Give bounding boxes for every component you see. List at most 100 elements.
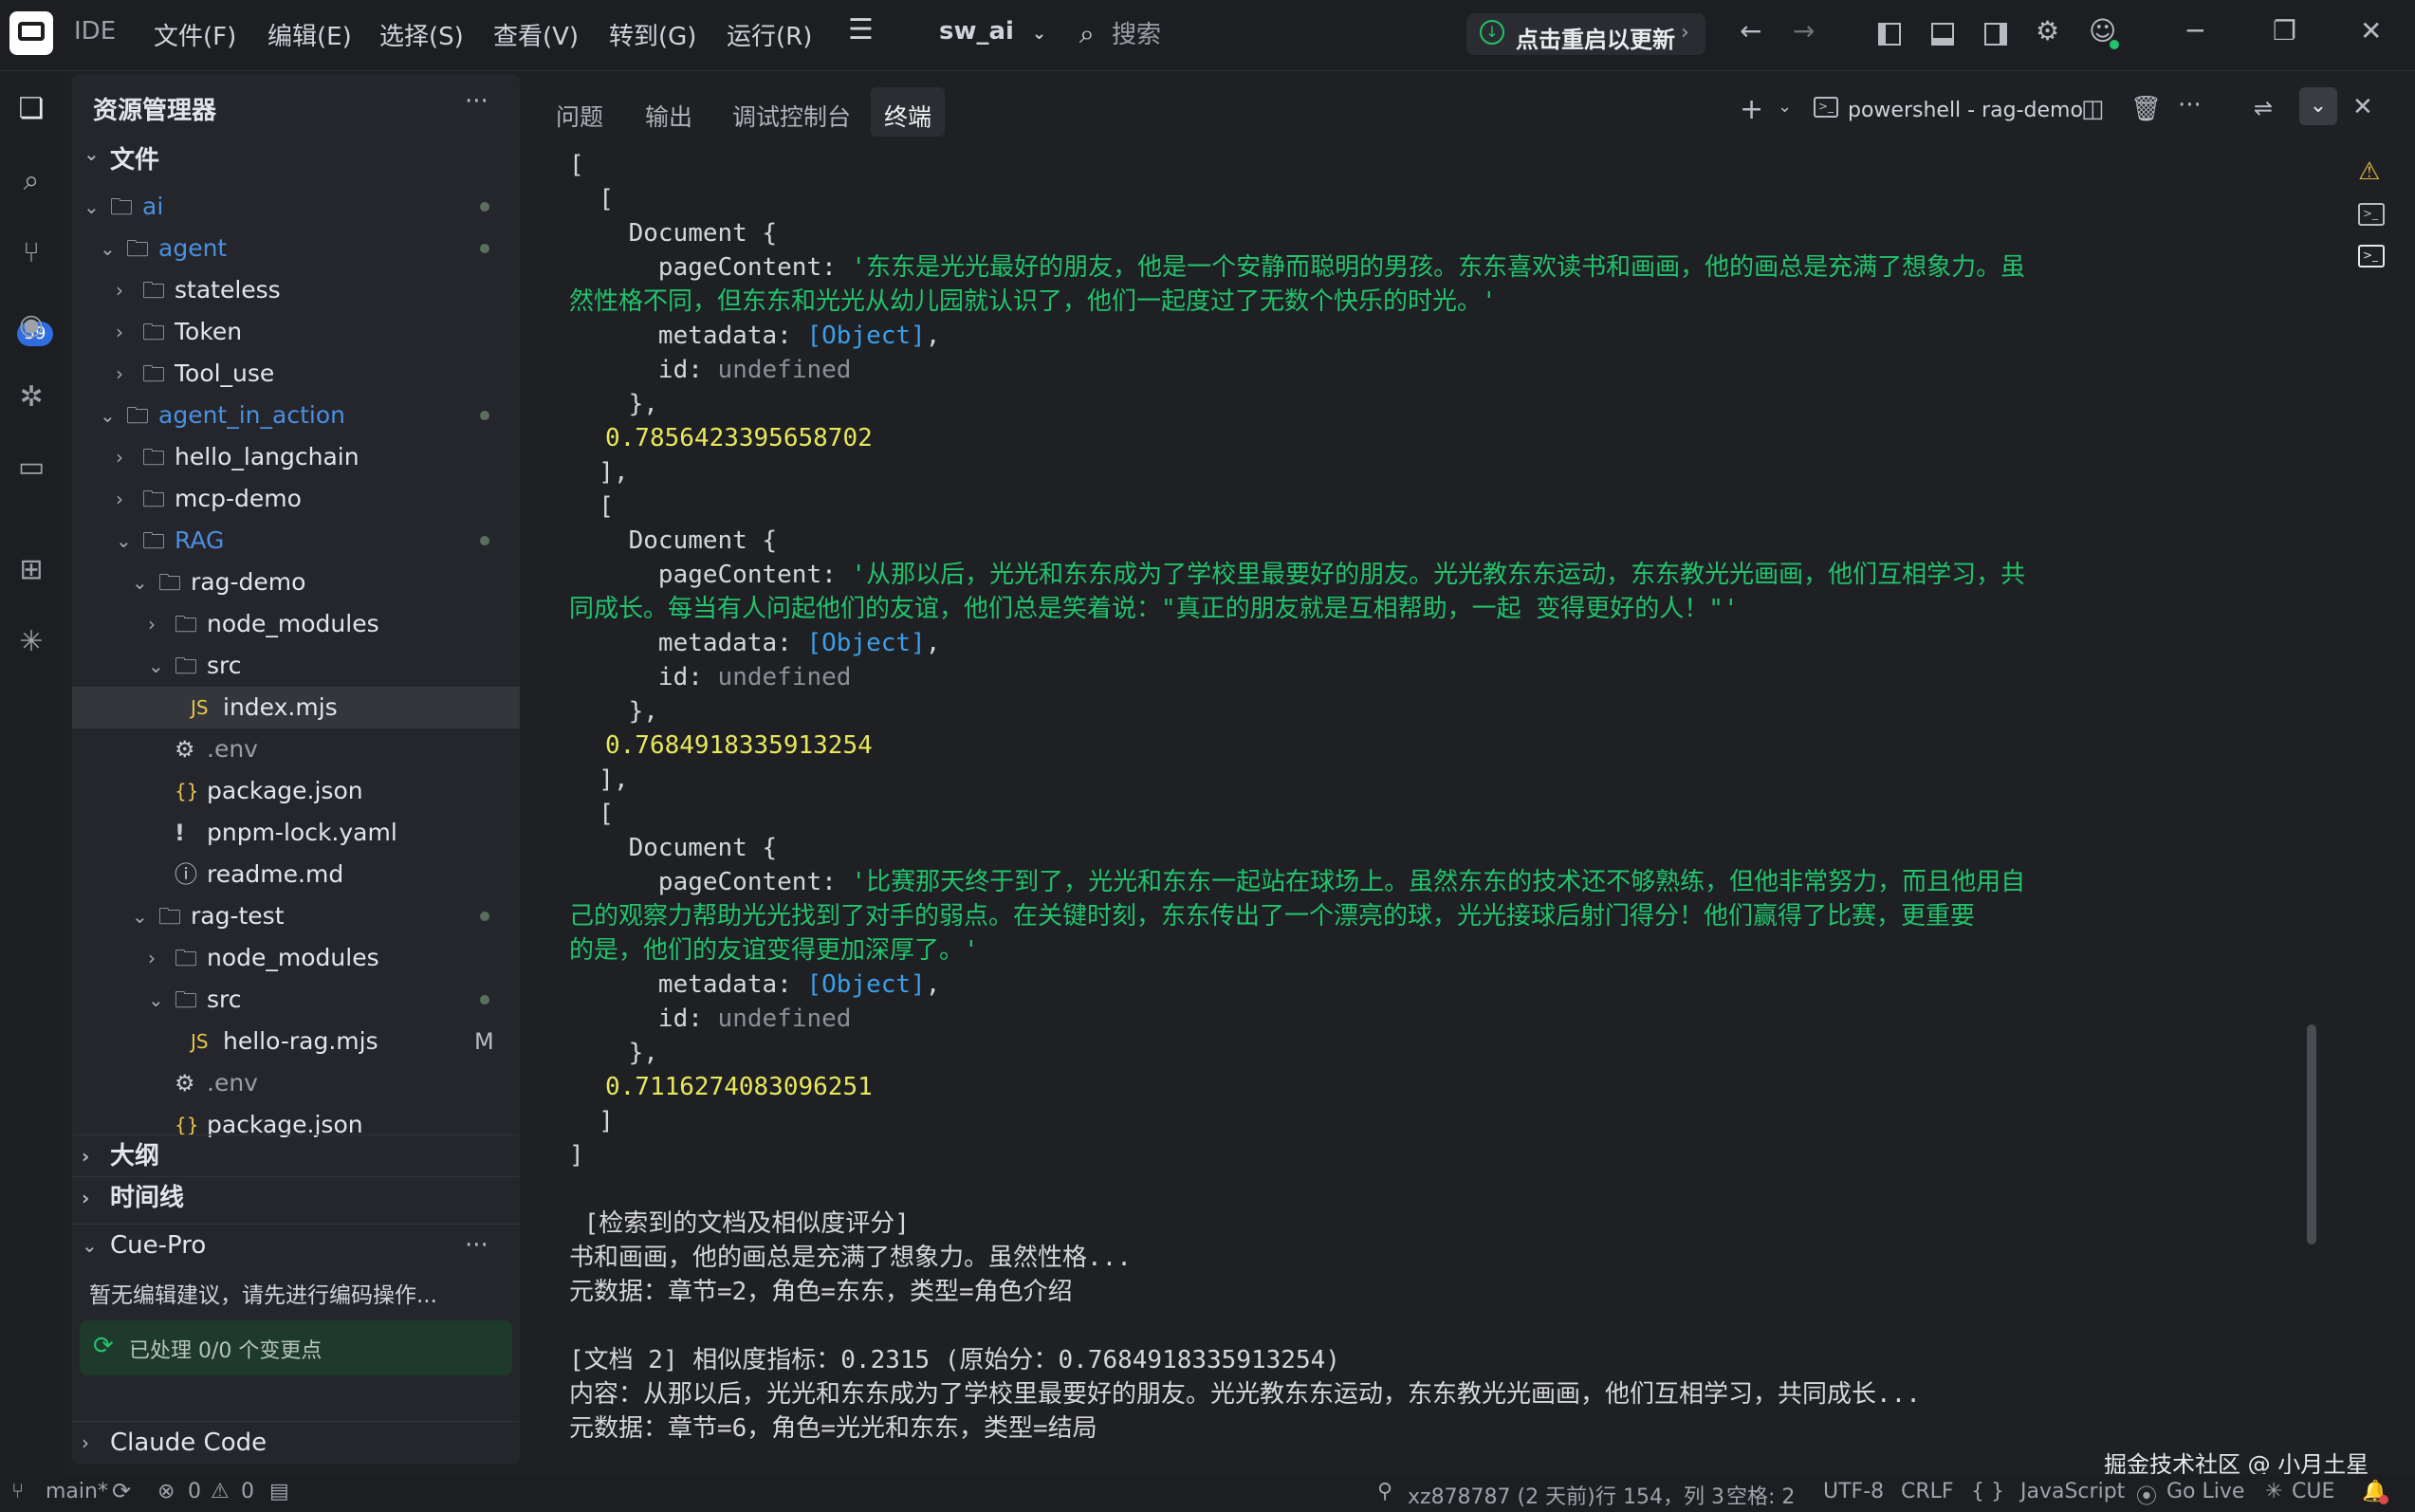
remote-explorer-icon[interactable]: ▭ bbox=[12, 449, 50, 487]
outline-section[interactable]: › 大纲 bbox=[72, 1134, 520, 1177]
restore-icon[interactable]: ❐ bbox=[2273, 15, 2296, 46]
timeline-section[interactable]: › 时间线 bbox=[72, 1176, 520, 1219]
tab-debug-console[interactable]: 调试控制台 bbox=[732, 99, 851, 133]
tree-item-label: stateless bbox=[175, 276, 281, 304]
tree-item[interactable]: › 🗀 stateless bbox=[72, 269, 520, 311]
toggle-panel-icon[interactable] bbox=[1931, 23, 1954, 46]
tree-item[interactable]: ⚙ .env bbox=[72, 1062, 520, 1104]
commit-info[interactable]: xz878787 (2 天前) bbox=[1408, 1480, 1595, 1510]
tree-item[interactable]: {} package.json bbox=[72, 770, 520, 812]
warning-icon[interactable]: ⚠ bbox=[2358, 157, 2380, 186]
ports-icon[interactable]: ▤ bbox=[269, 1480, 289, 1503]
tree-item[interactable]: ⌄ 🗀 RAG bbox=[72, 520, 520, 562]
split-terminal-icon[interactable]: ◫ bbox=[2081, 95, 2105, 123]
maximize-panel-chevron-icon[interactable]: ⌄ bbox=[2299, 87, 2337, 125]
tree-item[interactable]: › 🗀 Tool_use bbox=[72, 353, 520, 395]
toggle-secondary-sidebar-icon[interactable] bbox=[1984, 23, 2007, 46]
source-control-icon[interactable]: ⑂ bbox=[12, 234, 50, 272]
close-panel-icon[interactable]: ✕ bbox=[2352, 93, 2373, 121]
menu-file[interactable]: 文件(F) bbox=[154, 17, 236, 52]
go-live[interactable]: Go Live bbox=[2166, 1480, 2244, 1503]
tree-item[interactable]: › 🗀 mcp-demo bbox=[72, 478, 520, 520]
back-arrow-icon[interactable]: ← bbox=[1740, 15, 1761, 46]
menu-run[interactable]: 运行(R) bbox=[727, 17, 812, 52]
tree-item[interactable]: ⌄ 🗀 rag-demo bbox=[72, 562, 520, 603]
debug-icon[interactable]: ✲ bbox=[12, 378, 50, 416]
chevron-down-icon: ⌄ bbox=[148, 655, 164, 677]
menu-view[interactable]: 查看(V) bbox=[493, 17, 579, 52]
explorer-more-icon[interactable]: ··· bbox=[465, 87, 489, 116]
search-files-icon[interactable]: ⌕ bbox=[12, 162, 50, 200]
menu-edit[interactable]: 编辑(E) bbox=[267, 17, 352, 52]
terminal-more-icon[interactable]: ··· bbox=[2178, 91, 2202, 120]
settings-gear-icon[interactable]: ⚙ bbox=[2036, 15, 2059, 46]
new-terminal-plus-icon[interactable]: + bbox=[1740, 93, 1763, 126]
tree-item[interactable]: › 🗀 node_modules bbox=[72, 937, 520, 979]
toggle-sidebar-icon[interactable] bbox=[1878, 23, 1901, 46]
branch-name[interactable]: main* bbox=[46, 1480, 108, 1503]
terminal-line: [ bbox=[569, 800, 614, 828]
menu-selection[interactable]: 选择(S) bbox=[379, 17, 464, 52]
claude-code-section[interactable]: › Claude Code bbox=[72, 1421, 520, 1464]
forward-arrow-icon[interactable]: → bbox=[1793, 15, 1815, 46]
id-key: id: bbox=[569, 356, 718, 384]
tab-problems[interactable]: 问题 bbox=[556, 99, 603, 133]
tree-item[interactable]: JS hello-rag.mjs M bbox=[72, 1021, 520, 1062]
terminal-settings-icon[interactable]: ⇌ bbox=[2254, 95, 2273, 121]
warning-status-icon[interactable]: ⚠ bbox=[211, 1480, 230, 1503]
menu-goto[interactable]: 转到(G) bbox=[609, 17, 696, 52]
more-menu-icon[interactable]: ☰ bbox=[848, 13, 874, 46]
tree-item-label: src bbox=[207, 986, 242, 1013]
preview-eye-icon[interactable]: ◉ bbox=[12, 306, 50, 344]
tree-item[interactable]: ⓘ readme.md bbox=[72, 854, 520, 895]
tree-item[interactable]: ⌄ 🗀 agent bbox=[72, 228, 520, 269]
page-content-value: '比赛那天终于到了，光光和东东一起站在球场上。虽然东东的技术还不够熟练，但他非常… bbox=[851, 868, 2026, 896]
minimize-icon[interactable]: ─ bbox=[2187, 15, 2203, 46]
cursor-position[interactable]: 行 154，列 3 bbox=[1595, 1480, 1724, 1510]
cue-pro-section[interactable]: ⌄ Cue-Pro ··· bbox=[72, 1224, 520, 1266]
tree-item-label: RAG bbox=[175, 526, 225, 554]
explorer-icon[interactable]: ❏ bbox=[12, 90, 50, 128]
workspace-root[interactable]: 文件 bbox=[110, 140, 159, 175]
brackets-icon[interactable]: { } bbox=[1971, 1480, 2004, 1503]
tree-item[interactable]: ! pnpm-lock.yaml bbox=[72, 812, 520, 854]
indentation[interactable]: 空格: 2 bbox=[1726, 1480, 1795, 1510]
terminal-line: ], bbox=[569, 458, 629, 487]
tree-item[interactable]: ⌄ 🗀 agent_in_action bbox=[72, 395, 520, 436]
tree-item[interactable]: › 🗀 node_modules bbox=[72, 603, 520, 645]
extensions-icon[interactable]: ⊞ bbox=[12, 551, 50, 589]
cue-status[interactable]: CUE bbox=[2292, 1480, 2334, 1503]
tree-item[interactable]: › 🗀 Token bbox=[72, 311, 520, 353]
terminal-instance-icon[interactable]: >_ bbox=[2358, 203, 2385, 226]
chevron-down-icon[interactable]: ⌄ bbox=[1778, 97, 1792, 117]
tab-output[interactable]: 输出 bbox=[645, 99, 692, 133]
terminal-scrollbar[interactable] bbox=[2307, 1024, 2316, 1245]
terminal-line: id: undefined bbox=[569, 353, 852, 387]
language-mode[interactable]: JavaScript bbox=[2020, 1480, 2125, 1503]
tree-item[interactable]: ⌄ 🗀 ai bbox=[72, 186, 520, 228]
terminal-instance-active-icon[interactable]: >_ bbox=[2358, 245, 2385, 267]
sync-icon[interactable]: ⟳ bbox=[112, 1478, 131, 1504]
update-button[interactable]: ↓ 点击重启以更新 › bbox=[1466, 13, 1705, 55]
search-box[interactable]: ⌕ 搜索 bbox=[1079, 15, 1161, 50]
encoding[interactable]: UTF-8 bbox=[1823, 1480, 1884, 1503]
tree-item[interactable]: ⌄ 🗀 src bbox=[72, 645, 520, 687]
project-selector[interactable]: sw_ai ⌄ bbox=[939, 17, 1046, 46]
tree-item[interactable]: ⌄ 🗀 src bbox=[72, 979, 520, 1021]
tree-item[interactable]: ⚙ .env bbox=[72, 728, 520, 770]
ai-assistant-icon[interactable]: ✳ bbox=[12, 623, 50, 661]
tree-item-label: .env bbox=[207, 735, 258, 763]
tree-item[interactable]: ⌄ 🗀 rag-test bbox=[72, 895, 520, 937]
terminal-name[interactable]: powershell - rag-demo bbox=[1848, 99, 2083, 122]
tree-item[interactable]: › 🗀 hello_langchain bbox=[72, 436, 520, 478]
chevron-right-icon: › bbox=[148, 613, 156, 636]
error-icon[interactable]: ⊗ bbox=[157, 1480, 175, 1503]
commit-pin-icon: ⚲ bbox=[1377, 1480, 1393, 1503]
trash-icon[interactable]: 🗑 bbox=[2130, 95, 2162, 123]
close-window-icon[interactable]: ✕ bbox=[2360, 15, 2382, 46]
tab-terminal[interactable]: 终端 bbox=[871, 87, 946, 137]
cue-more-icon[interactable]: ··· bbox=[465, 1225, 489, 1266]
tree-item[interactable]: JS index.mjs bbox=[72, 687, 520, 728]
line-ending[interactable]: CRLF bbox=[1901, 1480, 1954, 1503]
page-content-value: 然性格不同，但东东和光光从幼儿园就认识了，他们一起度过了无数个快乐的时光。' bbox=[569, 287, 1497, 316]
